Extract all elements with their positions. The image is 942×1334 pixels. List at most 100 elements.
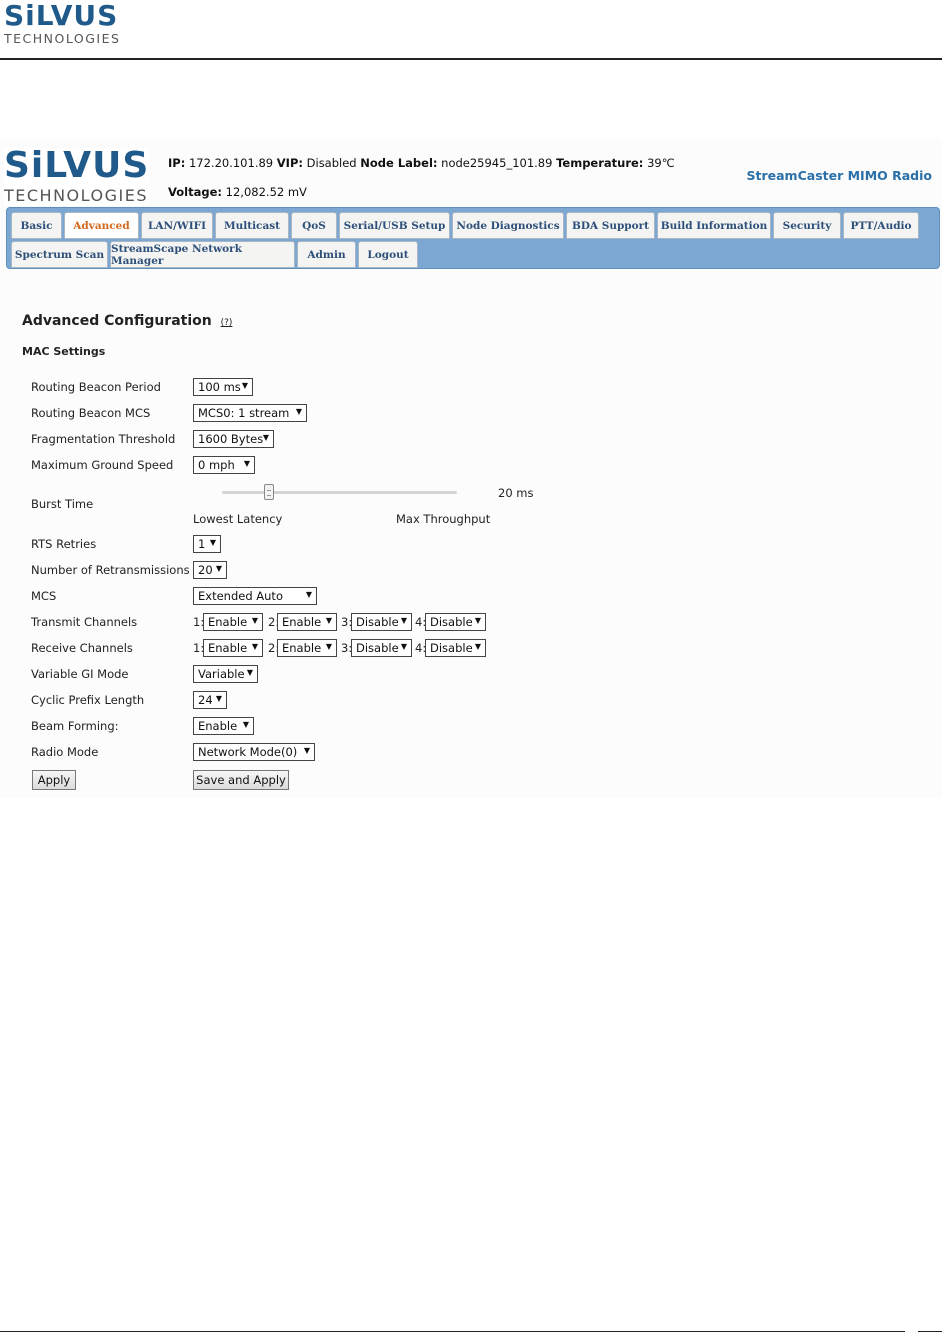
max-ground-speed-select[interactable]: 0 mph ▼: [193, 456, 255, 474]
mcs-value: Extended Auto: [198, 589, 283, 603]
mac-settings-heading: MAC Settings: [22, 345, 106, 358]
beam-forming-label: Beam Forming:: [31, 719, 119, 733]
beam-forming-value: Enable: [198, 719, 238, 733]
max-ground-speed-label: Maximum Ground Speed: [31, 458, 174, 472]
tab-bda-support[interactable]: BDA Support: [566, 212, 655, 239]
document-logo: SiLVUS TECHNOLOGIES: [4, 2, 129, 50]
burst-time-min-label: Lowest Latency: [193, 512, 283, 526]
help-link[interactable]: (?): [221, 318, 233, 328]
tx-channel-3-value: Disable: [356, 615, 399, 629]
dropdown-arrow-icon: ▼: [400, 616, 407, 625]
page-title: Advanced Configuration (?): [22, 313, 232, 329]
tx-channel-1-value: Enable: [208, 615, 248, 629]
routing-beacon-mcs-label: Routing Beacon MCS: [31, 406, 151, 420]
variable-gi-mode-value: Variable: [198, 667, 245, 681]
tab-security[interactable]: Security: [773, 212, 841, 239]
dropdown-arrow-icon: ▼: [325, 616, 332, 625]
voltage-line: Voltage: 12,082.52 mV: [168, 185, 307, 199]
tx-channel-2-value: Enable: [282, 615, 322, 629]
rx-channel-3-select[interactable]: Disable ▼: [351, 639, 412, 657]
radio-mode-label: Radio Mode: [31, 745, 99, 759]
tx-channel-4-value: Disable: [430, 615, 473, 629]
header-divider: [0, 58, 942, 60]
dropdown-arrow-icon: ▼: [251, 616, 258, 625]
routing-beacon-period-label: Routing Beacon Period: [31, 380, 161, 394]
status-line: IP: 172.20.101.89 VIP: Disabled Node Lab…: [168, 156, 675, 170]
burst-time-max-label: Max Throughput: [396, 512, 491, 526]
dropdown-arrow-icon: ▼: [251, 642, 258, 651]
tx-channel-3-select[interactable]: Disable ▼: [351, 613, 412, 631]
rx-channel-2-select[interactable]: Enable ▼: [277, 639, 337, 657]
vip-value: Disabled: [306, 156, 357, 170]
tab-ptt-audio[interactable]: PTT/Audio: [843, 212, 919, 239]
dropdown-arrow-icon: ▼: [474, 642, 481, 651]
tab-spectrum-scan[interactable]: Spectrum Scan: [11, 241, 108, 268]
tab-lan-wifi[interactable]: LAN/WIFI: [141, 212, 213, 239]
cyclic-prefix-length-label: Cyclic Prefix Length: [31, 693, 145, 707]
max-ground-speed-value: 0 mph: [198, 458, 235, 472]
tab-bar: Basic Advanced LAN/WIFI Multicast QoS Se…: [6, 207, 940, 269]
beam-forming-select[interactable]: Enable ▼: [193, 717, 254, 735]
routing-beacon-period-value: 100 ms: [198, 380, 241, 394]
voltage-label: Voltage:: [168, 185, 223, 199]
variable-gi-mode-select[interactable]: Variable ▼: [193, 665, 258, 683]
rx-channel-1-select[interactable]: Enable ▼: [203, 639, 263, 657]
routing-beacon-period-select[interactable]: 100 ms ▼: [193, 378, 253, 396]
footer-divider-right: [918, 1331, 942, 1332]
voltage-value: 12,082.52 mV: [225, 185, 307, 199]
page-title-text: Advanced Configuration: [22, 313, 212, 329]
dropdown-arrow-icon: ▼: [295, 407, 302, 416]
receive-channels-label: Receive Channels: [31, 641, 133, 655]
rx-channel-4-value: Disable: [430, 641, 473, 655]
cyclic-prefix-length-select[interactable]: 24 ▼: [193, 691, 227, 709]
cyclic-prefix-length-value: 24: [198, 693, 213, 707]
apply-button[interactable]: Apply: [32, 770, 76, 790]
dropdown-arrow-icon: ▼: [241, 381, 248, 390]
tab-streamscape-network-manager[interactable]: StreamScape Network Manager: [110, 241, 295, 268]
vip-label: VIP:: [276, 156, 303, 170]
dropdown-arrow-icon: ▼: [325, 642, 332, 651]
tab-serial-usb-setup[interactable]: Serial/USB Setup: [339, 212, 450, 239]
radio-mode-select[interactable]: Network Mode(0) ▼: [193, 743, 315, 761]
burst-time-label: Burst Time: [31, 497, 94, 511]
ui-logo-subtitle: TECHNOLOGIES: [4, 186, 148, 205]
fragmentation-threshold-label: Fragmentation Threshold: [31, 432, 176, 446]
rx-channel-4-select[interactable]: Disable ▼: [425, 639, 486, 657]
burst-time-slider-track[interactable]: [222, 491, 457, 494]
dropdown-arrow-icon: ▼: [209, 538, 216, 547]
ui-logo-wordmark: SiLVUS: [4, 145, 150, 186]
save-and-apply-button[interactable]: Save and Apply: [193, 770, 289, 790]
tx-channel-4-select[interactable]: Disable ▼: [425, 613, 486, 631]
dropdown-arrow-icon: ▼: [215, 694, 222, 703]
tab-admin[interactable]: Admin: [297, 241, 356, 268]
mcs-label: MCS: [31, 589, 57, 603]
tab-advanced[interactable]: Advanced: [64, 212, 139, 239]
radio-mode-value: Network Mode(0): [198, 745, 298, 759]
mcs-select[interactable]: Extended Auto ▼: [193, 587, 317, 605]
tab-basic[interactable]: Basic: [11, 212, 62, 239]
routing-beacon-mcs-value: MCS0: 1 stream: [198, 406, 290, 420]
dropdown-arrow-icon: ▼: [400, 642, 407, 651]
retransmissions-value: 20: [198, 563, 213, 577]
fragmentation-threshold-select[interactable]: 1600 Bytes ▼: [193, 430, 274, 448]
rts-retries-select[interactable]: 1 ▼: [193, 535, 221, 553]
footer-divider: [0, 1331, 905, 1332]
dropdown-arrow-icon: ▼: [242, 720, 249, 729]
burst-time-slider-handle[interactable]: [264, 484, 274, 500]
tab-build-information[interactable]: Build Information: [657, 212, 771, 239]
tx-channel-1-select[interactable]: Enable ▼: [203, 613, 263, 631]
routing-beacon-mcs-select[interactable]: MCS0: 1 stream ▼: [193, 404, 307, 422]
tab-logout[interactable]: Logout: [358, 241, 418, 268]
ui-logo: SiLVUS TECHNOLOGIES: [4, 148, 149, 206]
rts-retries-value: 1: [198, 537, 206, 551]
tab-node-diagnostics[interactable]: Node Diagnostics: [452, 212, 564, 239]
retransmissions-label: Number of Retransmissions: [31, 563, 190, 577]
dropdown-arrow-icon: ▼: [303, 746, 310, 755]
node-label-value: node25945_101.89: [441, 156, 553, 170]
rts-retries-label: RTS Retries: [31, 537, 97, 551]
tx-channel-2-select[interactable]: Enable ▼: [277, 613, 337, 631]
retransmissions-select[interactable]: 20 ▼: [193, 561, 227, 579]
dropdown-arrow-icon: ▼: [243, 459, 250, 468]
tab-multicast[interactable]: Multicast: [215, 212, 289, 239]
tab-qos[interactable]: QoS: [291, 212, 337, 239]
